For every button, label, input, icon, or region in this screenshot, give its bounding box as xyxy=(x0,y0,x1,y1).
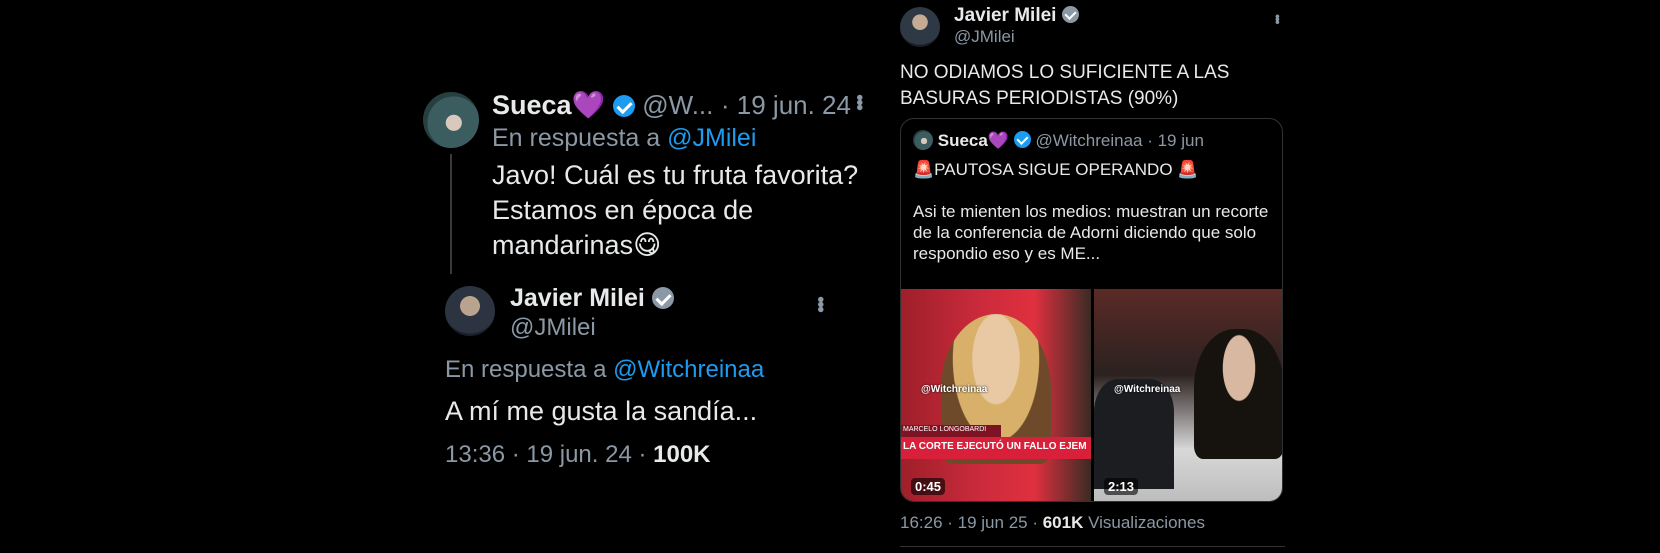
video-duration: 0:45 xyxy=(911,478,946,495)
parent-author-name[interactable]: Sueca💜 xyxy=(492,90,605,120)
tweet-timestamp[interactable]: 16:26 · 19 jun 25 · xyxy=(900,513,1043,532)
siren-emoji-icon: 🚨 xyxy=(913,160,935,179)
video-thumbnail-2[interactable]: @Witchreinaa 2:13 xyxy=(1094,289,1282,501)
video-thumbnail-1[interactable]: @Witchreinaa MARCELO LONGOBARDI LA CORTE… xyxy=(901,289,1091,501)
reply-prefix: En respuesta a xyxy=(445,356,607,383)
tweet-author-handle[interactable]: @JMilei xyxy=(954,27,1015,47)
quoted-media-grid: @Witchreinaa MARCELO LONGOBARDI LA CORTE… xyxy=(901,289,1282,501)
reply-prefix: En respuesta a xyxy=(492,124,661,152)
tweet-author[interactable]: Javier Milei xyxy=(954,5,1079,27)
quoted-tweet-header: Sueca💜 @Witchreinaa · 19 jun xyxy=(913,130,1204,151)
lower-third-name: MARCELO LONGOBARDI xyxy=(901,425,1001,437)
views-label: Visualizaciones xyxy=(1083,513,1205,532)
video-duration: 2:13 xyxy=(1104,478,1139,495)
quoted-line1: PAUTOSA SIGUE OPERANDO xyxy=(934,160,1173,179)
reply-mention-link[interactable]: @JMilei xyxy=(667,124,756,152)
right-tweet-screenshot: Javier Milei @JMilei ••• NO ODIAMOS LO S… xyxy=(885,0,1295,553)
parent-reply-context: En respuesta a @JMilei xyxy=(492,124,756,153)
view-count: 601K xyxy=(1042,513,1084,532)
reply-author-name[interactable]: Javier Milei xyxy=(510,284,645,312)
reply-context: En respuesta a @Witchreinaa xyxy=(445,356,764,384)
verified-badge-icon xyxy=(651,287,674,309)
reply-meta: 13:36 · 19 jun. 24 · 100K xyxy=(445,441,711,469)
verified-badge-icon xyxy=(1061,6,1079,23)
parent-tweet-text: Javo! Cuál es tu fruta favorita? Estamos… xyxy=(492,160,859,260)
verified-badge-icon xyxy=(1013,131,1031,148)
parent-author-handle[interactable]: @W... xyxy=(642,90,713,120)
verified-badge-icon xyxy=(612,95,635,117)
reply-timestamp[interactable]: 13:36 · 19 jun. 24 · xyxy=(445,441,653,468)
more-options-icon[interactable]: ••• xyxy=(808,296,831,311)
reply-author[interactable]: Javier Milei xyxy=(510,284,674,313)
reply-author-handle[interactable]: @JMilei xyxy=(510,314,596,342)
parent-author[interactable]: Sueca💜 @W... · 19 jun. 24 xyxy=(492,89,851,121)
parent-date[interactable]: · 19 jun. 24 xyxy=(721,90,851,120)
left-tweet-screenshot: Sueca💜 @W... · 19 jun. 24 ••• En respues… xyxy=(415,86,885,516)
person-image xyxy=(1194,329,1282,459)
quoted-author-handle[interactable]: @Witchreinaa · 19 jun xyxy=(1035,131,1203,150)
tweet-meta: 16:26 · 19 jun 25 · 601K Visualizaciones xyxy=(900,513,1205,533)
more-options-icon[interactable]: ••• xyxy=(1270,14,1286,23)
person-image xyxy=(1094,379,1174,489)
reply-mention-link[interactable]: @Witchreinaa xyxy=(613,356,764,383)
quoted-author-name[interactable]: Sueca💜 xyxy=(938,131,1009,150)
quoted-tweet-card[interactable]: Sueca💜 @Witchreinaa · 19 jun 🚨PAUTOSA SI… xyxy=(900,118,1283,502)
video-watermark: @Witchreinaa xyxy=(921,384,988,395)
quoted-body: Asi te mienten los medios: muestran un r… xyxy=(913,202,1269,263)
thread-line xyxy=(450,154,452,274)
tweet-author-name[interactable]: Javier Milei xyxy=(954,5,1056,26)
reply-view-count: 100K xyxy=(653,441,711,468)
milei-avatar[interactable] xyxy=(900,7,940,47)
milei-avatar[interactable] xyxy=(445,286,495,336)
siren-emoji-icon: 🚨 xyxy=(1177,160,1199,179)
tweet-text: NO ODIAMOS LO SUFICIENTE A LAS BASURAS P… xyxy=(900,62,1230,109)
sueca-avatar[interactable] xyxy=(423,92,479,148)
reply-tweet-text: A mí me gusta la sandía... xyxy=(445,396,758,426)
quoted-tweet-text: 🚨PAUTOSA SIGUE OPERANDO 🚨 Asi te mienten… xyxy=(913,159,1273,264)
sueca-avatar[interactable] xyxy=(913,130,933,150)
more-options-icon[interactable]: ••• xyxy=(847,94,870,109)
video-watermark: @Witchreinaa xyxy=(1114,384,1181,395)
lower-third-caption: LA CORTE EJECUTÓ UN FALLO EJEM xyxy=(901,437,1091,459)
divider xyxy=(900,546,1285,547)
